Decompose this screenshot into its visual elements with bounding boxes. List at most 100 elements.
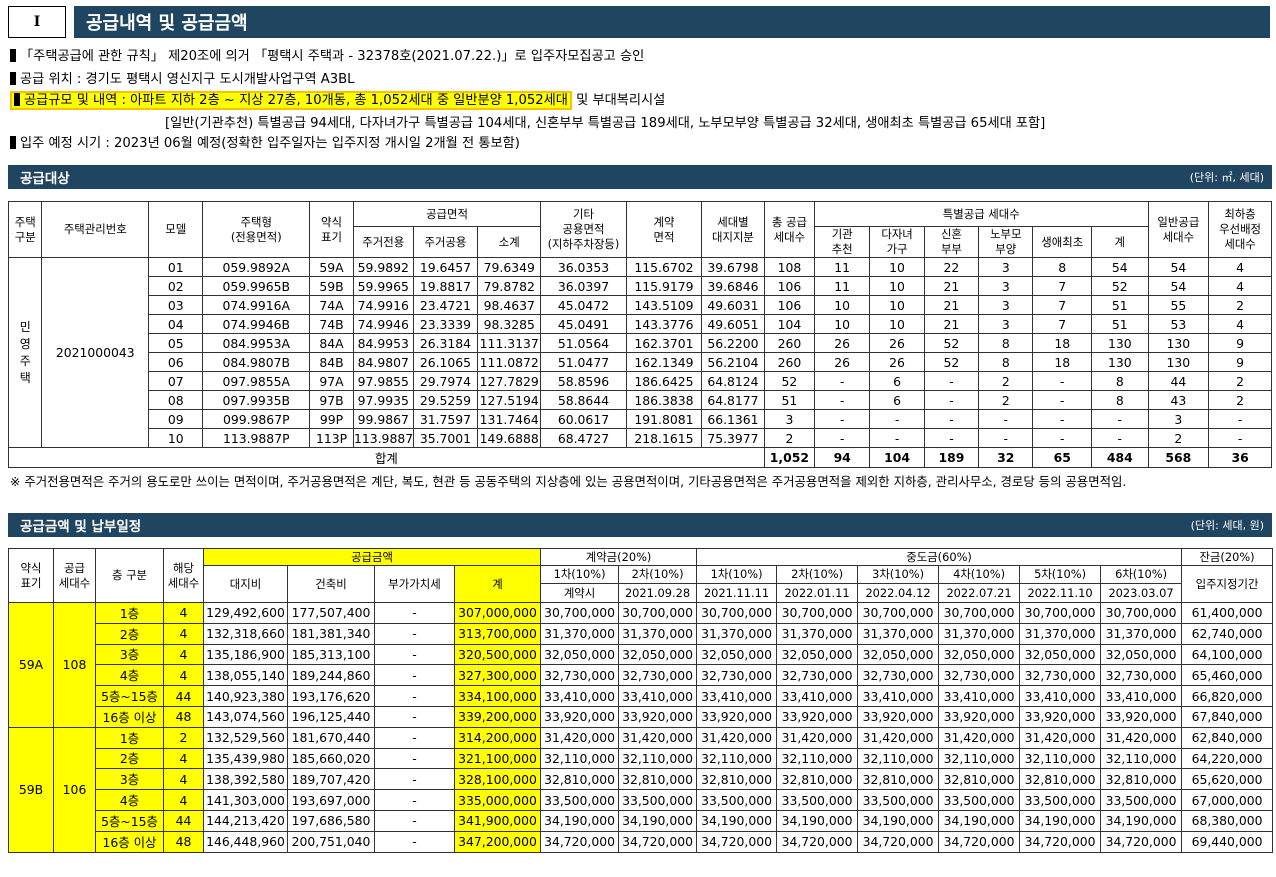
table-cell: - [1091,409,1149,429]
table-cell: 132,318,660 [203,622,288,645]
table-cell: 32,050,000 [1019,643,1102,666]
table-cell: 4 [163,622,204,645]
table-cell: 07 [148,371,204,391]
info-line-location: 공급 위치 : 경기도 평택시 영신지구 도시개발사업구역 A3BL [10,70,355,89]
header-supply-amount: 공급금액 [202,548,542,566]
header-installment: 3차(10%) [857,565,940,584]
table-cell: 45.0491 [540,314,627,334]
header-land: 대지비 [203,565,288,603]
table-cell: 32,810,000 [1019,768,1102,791]
table-cell: 327,300,000 [453,664,542,687]
table-cell: 32,810,000 [540,768,620,791]
table-cell: 5층~15층 [95,809,164,832]
supply-target-table: 주택 구분 주택관리번호 모델 주택형 (전용면적) 약식 표기 공급면적 기타 공용면적 (지하주차… [7,201,1272,468]
table-cell: - [923,428,980,448]
table-cell: 32,050,000 [776,643,859,666]
table-cell: 44 [163,685,204,707]
table-cell: 111.0872 [477,352,542,372]
table-cell: 04 [148,314,204,334]
table-cell: 130 [1147,352,1210,372]
table-cell: 34,190,000 [857,809,940,832]
table-cell: 97B [309,390,354,410]
table-cell: 21 [923,314,980,334]
header-due-date: 2021.11.11 [696,583,778,603]
table-row: 07 097.9855A 97A 97.9855 29.7974 127.7829 58.8… [9,371,1272,391]
table-cell: 4 [163,747,204,770]
table-row: 02 059.9965B 59B 59.9965 19.8817 79.8782 36.03… [9,276,1272,296]
table-cell: 33,920,000 [1100,705,1183,728]
table-cell: 33,920,000 [857,705,940,728]
table-row: 16층 이상 48 146,448,960 200,751,040-347,200,0… [9,830,1274,853]
table-cell: 54 [1147,257,1210,277]
table-cell: - [1032,371,1092,391]
table-cell: 260 [763,333,815,353]
table-cell: 2 [978,371,1034,391]
table-cell: 196,125,440 [287,705,375,728]
header-first: 생애최초 [1032,226,1092,258]
table-cell: 58.8644 [540,390,627,410]
header-due-date: 계약시 [540,583,620,603]
table-cell: 106 [763,295,815,315]
info-line-special-breakdown: [일반(기관추천) 특별공급 94세대, 다자녀가구 특별공급 104세대, 신… [165,116,1046,131]
table-cell: - [374,747,455,770]
table-cell: - [374,664,455,687]
table-cell: 084.9953A [202,333,311,353]
table-cell: 181,670,440 [287,726,375,749]
table-cell: 7 [1032,295,1092,315]
table-cell: 34,720,000 [618,830,698,853]
total-value: 484 [1091,447,1149,468]
table-cell: 19.6457 [412,257,479,277]
table-cell: 18 [1032,352,1092,372]
table-row: 08 097.9935B 97B 97.9935 29.5259 127.5194 58.8… [9,390,1272,410]
total-value: 32 [978,447,1034,468]
table-cell: 53 [1147,314,1210,334]
table-cell: 059.9965B [202,276,311,296]
table-cell: 33,920,000 [1019,705,1102,728]
highlighted-scale: 공급규모 및 내역 : 아파트 지하 2층 ~ 지상 27층, 10개동, 총 … [10,91,572,110]
type-abbr-cell: 59A [8,602,54,728]
table-cell: 313,700,000 [453,622,542,645]
table-cell: 33,410,000 [857,685,940,707]
table-cell: - [374,789,455,811]
table-cell: 10 [813,295,871,315]
table-cell: 35.7001 [412,428,479,448]
type-count-cell: 106 [53,726,96,853]
header-lowest: 최하층 우선배정 세대수 [1208,201,1272,258]
header-supply-area: 공급면적 [352,201,542,227]
table-cell: 3 [978,257,1034,277]
house-type-cell: 민영주택 [7,257,43,448]
header-midterm: 중도금(60%) [696,548,1183,566]
table-row: 4층 4 141,303,000 193,697,000-335,000,000 33,… [9,789,1274,811]
table-cell: 34,190,000 [938,809,1021,832]
table-cell: 31,420,000 [696,726,778,749]
header-installment: 1차(10%) [696,565,778,584]
table-cell: 4 [1208,314,1272,334]
header-installment: 2차(10%) [618,565,698,584]
table-cell: 31,370,000 [540,622,620,645]
table-cell: - [374,622,455,645]
table-cell: 84A [309,333,354,353]
table-cell: 3층 [95,768,164,791]
table-cell: 06 [148,352,204,372]
table-cell: 64,220,000 [1181,747,1274,770]
table-cell: 33,500,000 [540,789,620,811]
table-cell: - [374,643,455,666]
table-cell: 67,840,000 [1181,705,1274,728]
table-cell: 23.4721 [412,295,479,315]
table-cell: 162.1349 [625,352,703,372]
table-cell: 69,440,000 [1181,830,1274,853]
table-cell: 33,920,000 [618,705,698,728]
table-cell: 34,720,000 [540,830,620,853]
table-cell: 01 [148,257,204,277]
table-cell: 191.8081 [625,409,703,429]
table-cell: 149.6888 [477,428,542,448]
section-heading: Ⅰ 공급내역 및 공급금액 [8,6,1270,38]
info-line-scale: 공급규모 및 내역 : 아파트 지하 2층 ~ 지상 27층, 10개동, 총 … [10,91,665,110]
table-cell: 2 [763,428,815,448]
table-cell: 1층 [95,602,164,624]
table-cell: 9 [1208,352,1272,372]
table-cell: 146,448,960 [203,830,288,853]
table-cell: 115.9179 [625,276,703,296]
total-label: 합계 [8,447,765,468]
table-row: 05 084.9953A 84A 84.9953 26.3184 111.3137 51.0… [9,333,1272,353]
